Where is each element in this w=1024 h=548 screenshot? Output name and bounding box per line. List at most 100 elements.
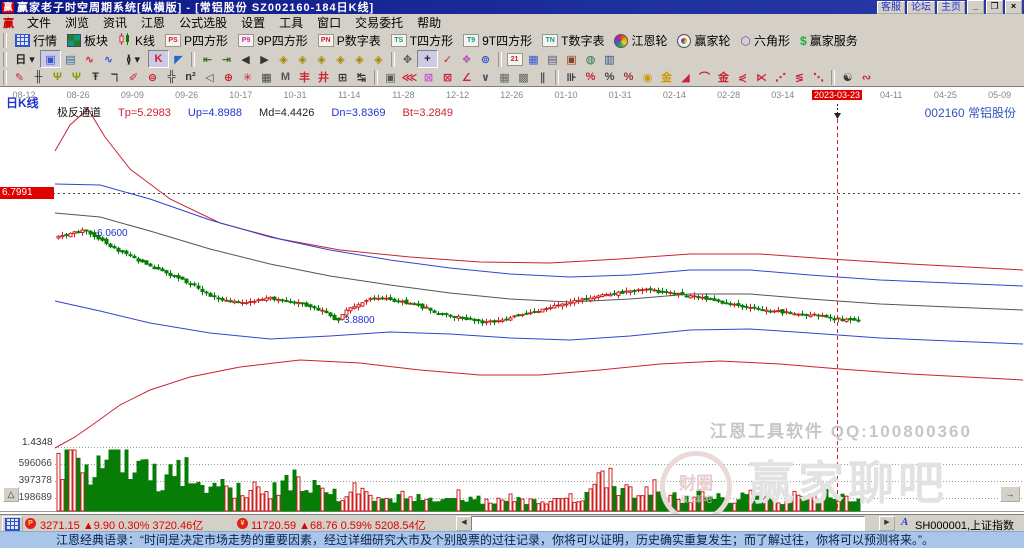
p-square-button[interactable]: PSP四方形 xyxy=(160,32,233,49)
trend-blue-icon[interactable]: ∿ xyxy=(99,51,118,67)
diamond-h-collapse-icon[interactable]: ◈ xyxy=(331,51,350,67)
quote-grid-button[interactable] xyxy=(2,516,23,532)
workstation-icon[interactable]: ▥ xyxy=(600,51,619,67)
chart-area[interactable]: 日K线 08-1208-2609-0909-2610-1710-3111-141… xyxy=(0,86,1024,515)
restore-button[interactable]: ❐ xyxy=(986,0,1003,14)
draw-darkgrid-icon[interactable]: ▦ xyxy=(257,69,276,85)
draw-percent-icon[interactable]: % xyxy=(600,69,619,85)
draw-fan2-icon[interactable]: ⋱ xyxy=(809,69,828,85)
menu-file[interactable]: 文件 xyxy=(20,16,58,30)
draw-wave-icon[interactable]: M xyxy=(276,69,295,85)
menu-formula-picker[interactable]: 公式选股 xyxy=(172,16,234,30)
trend-red-icon[interactable]: ∿ xyxy=(80,51,99,67)
draw-channel-icon[interactable]: ≶ xyxy=(790,69,809,85)
info-panel-icon[interactable]: ▤ xyxy=(61,51,80,67)
kline-mode-icon[interactable]: K xyxy=(148,50,169,68)
draw-cursor-icon[interactable]: ◁ xyxy=(200,69,219,85)
draw-steps-icon[interactable]: ℸ xyxy=(105,69,124,85)
winner-service-button[interactable]: $赢家服务 xyxy=(795,32,863,49)
draw-square-red-icon[interactable]: ⊠ xyxy=(438,69,457,85)
draw-n2-icon[interactable]: n² xyxy=(181,69,200,85)
volume-pane-toggle-button[interactable]: △ xyxy=(3,487,19,502)
hand-pan-icon[interactable]: ✥ xyxy=(398,51,417,67)
draw-parallel-icon[interactable]: ∥ xyxy=(533,69,552,85)
menu-tools[interactable]: 工具 xyxy=(272,16,310,30)
menu-trade[interactable]: 交易委托 xyxy=(348,16,410,30)
p-number-table-button[interactable]: PNP数字表 xyxy=(313,32,386,49)
kline-button[interactable]: K线 xyxy=(113,32,160,49)
hexagon-button[interactable]: ⬡六角形 xyxy=(736,32,796,49)
draw-boxgrid-icon[interactable]: ▩ xyxy=(514,69,533,85)
close-button[interactable]: × xyxy=(1005,0,1022,14)
sync-icon[interactable]: ◍ xyxy=(581,51,600,67)
period-day-dropdown[interactable]: 日 ▾ xyxy=(10,51,40,67)
menu-settings[interactable]: 设置 xyxy=(234,16,272,30)
calculator-icon[interactable]: ▦ xyxy=(524,51,543,67)
draw-gann-sprout2-icon[interactable]: Ψ xyxy=(67,69,86,85)
draw-pen-icon[interactable]: ✎ xyxy=(10,69,29,85)
draw-fan-icon[interactable]: ⋘ xyxy=(400,69,419,85)
draw-pct-slash-icon[interactable]: % xyxy=(581,69,600,85)
scrollbar-right-arrow[interactable]: ▶ xyxy=(879,516,895,531)
draw-vline-icon[interactable]: ∨ xyxy=(476,69,495,85)
draw-gann-grid2-icon[interactable]: 井 xyxy=(314,69,333,85)
wave-link-icon[interactable]: ∾ xyxy=(857,69,876,85)
quotes-button[interactable]: 行情 xyxy=(10,32,62,49)
titlebar-link-support[interactable]: 客服 xyxy=(877,1,905,14)
draw-circle-slash-icon[interactable]: ⊜ xyxy=(143,69,162,85)
last-bar-icon[interactable]: ⇥ xyxy=(217,51,236,67)
draw-hatch-icon[interactable]: ╫ xyxy=(29,69,48,85)
winner-wheel-button[interactable]: 赢家轮 xyxy=(672,32,735,49)
scroll-right-button[interactable]: → xyxy=(1000,486,1020,502)
draw-tbar-icon[interactable]: Ŧ xyxy=(86,69,105,85)
draw-box-select-icon[interactable]: ▣ xyxy=(381,69,400,85)
scrollbar-left-arrow[interactable]: ◀ xyxy=(456,516,472,531)
crosshair-icon[interactable]: + xyxy=(417,50,438,68)
flag-icon[interactable]: ◤ xyxy=(169,51,188,67)
menu-help[interactable]: 帮助 xyxy=(410,16,448,30)
menu-news[interactable]: 资讯 xyxy=(96,16,134,30)
draw-gann-grid1-icon[interactable]: 丰 xyxy=(295,69,314,85)
draw-angle2-icon[interactable]: ⋞ xyxy=(733,69,752,85)
chart-window-icon[interactable]: ▣ xyxy=(40,50,61,68)
t-square-button[interactable]: TST四方形 xyxy=(386,32,458,49)
next-bar-icon[interactable]: ▶ xyxy=(255,51,274,67)
draw-star-icon[interactable]: ✳ xyxy=(238,69,257,85)
titlebar-link-forum[interactable]: 论坛 xyxy=(907,1,935,14)
nine-t-square-button[interactable]: T99T四方形 xyxy=(458,32,537,49)
draw-arc-icon[interactable]: ⌒ xyxy=(695,69,714,85)
draw-angle-icon[interactable]: ∠ xyxy=(457,69,476,85)
t-number-table-button[interactable]: TNT数字表 xyxy=(537,32,609,49)
draw-width-icon[interactable]: ↹ xyxy=(352,69,371,85)
prev-bar-icon[interactable]: ◀ xyxy=(236,51,255,67)
draw-gold-vline-icon[interactable]: 金 xyxy=(714,69,733,85)
draw-gold-circle-icon[interactable]: ◉ xyxy=(638,69,657,85)
draw-rays-icon[interactable]: ⋰ xyxy=(771,69,790,85)
diamond-v-collapse-icon[interactable]: ◈ xyxy=(369,51,388,67)
browse-icon[interactable]: ⊚ xyxy=(476,51,495,67)
draw-marker-pen-icon[interactable]: ✐ xyxy=(124,69,143,85)
draw-gold-section-icon[interactable]: 金 xyxy=(657,69,676,85)
first-bar-icon[interactable]: ⇤ xyxy=(198,51,217,67)
yinyang-icon[interactable]: ☯ xyxy=(838,69,857,85)
diamond-v-expand-icon[interactable]: ◈ xyxy=(350,51,369,67)
calendar-icon[interactable]: 21 xyxy=(505,51,524,67)
diamond-left-icon[interactable]: ◈ xyxy=(274,51,293,67)
draw-grid-hash-icon[interactable]: ╬ xyxy=(162,69,181,85)
gann-wheel-button[interactable]: 江恩轮 xyxy=(609,32,672,49)
draw-ink-icon[interactable]: ◢ xyxy=(676,69,695,85)
draw-f-angle-icon[interactable]: ⋉ xyxy=(752,69,771,85)
measure-icon[interactable]: ✓ xyxy=(438,51,457,67)
draw-window-grid-icon[interactable]: ⊞ xyxy=(333,69,352,85)
save-icon[interactable]: ▣ xyxy=(562,51,581,67)
draw-densegrid-icon[interactable]: ▦ xyxy=(495,69,514,85)
menu-browse[interactable]: 浏览 xyxy=(58,16,96,30)
minimize-button[interactable]: _ xyxy=(967,0,984,14)
menu-window[interactable]: 窗口 xyxy=(310,16,348,30)
draw-ruler-icon[interactable]: ⊪ xyxy=(562,69,581,85)
candle-style-dropdown[interactable]: ≬ ▾ xyxy=(118,51,148,67)
titlebar-link-home[interactable]: 主页 xyxy=(937,1,965,14)
nine-p-square-button[interactable]: P99P四方形 xyxy=(233,32,313,49)
diamond-right-icon[interactable]: ◈ xyxy=(293,51,312,67)
draw-target-icon[interactable]: ⊕ xyxy=(219,69,238,85)
